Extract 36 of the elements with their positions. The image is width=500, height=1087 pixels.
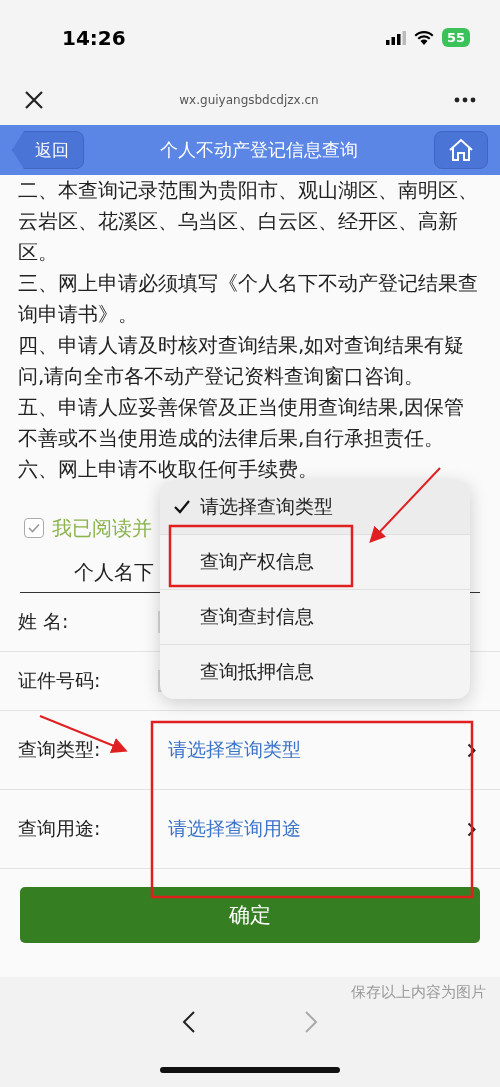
- chevron-right-icon: [467, 742, 476, 758]
- home-icon: [448, 138, 474, 162]
- select-field[interactable]: 请选择查询用途: [158, 790, 482, 868]
- chevron-right-icon: [304, 1010, 318, 1034]
- notice-paragraph: 三、网上申请必须填写《个人名下不动产登记结果查询申请书》。: [18, 270, 479, 328]
- page-url: wx.guiyangsbdcdjzx.cn: [179, 93, 319, 107]
- back-button[interactable]: 返回: [12, 131, 84, 169]
- signal-icon: [385, 30, 406, 45]
- notice-paragraph: 二、本查询记录范围为贵阳市、观山湖区、南明区、云岩区、花溪区、乌当区、白云区、经开区、高新区。: [18, 177, 479, 266]
- notice-paragraph: 四、申请人请及时核对查询结果,如对查询结果有疑问,请向全市各不动产登记资料查询窗口咨询。: [18, 332, 466, 390]
- form-label: 查询类型:: [18, 737, 102, 762]
- agree-checkbox[interactable]: [24, 518, 44, 538]
- close-icon[interactable]: [24, 90, 44, 110]
- notice-paragraph: 六、网上申请不收取任何手续费。: [18, 456, 319, 483]
- notice-paragraph: 五、申请人应妥善保管及正当使用查询结果,因保管不善或不当使用造成的法律后果,自行承担责任。: [18, 394, 466, 452]
- menu-option[interactable]: 查询查封信息: [160, 590, 470, 645]
- chevron-left-icon: [182, 1010, 196, 1034]
- form-label: 姓 名:: [18, 609, 70, 634]
- menu-option[interactable]: 查询抵押信息: [160, 645, 470, 699]
- menu-option[interactable]: 请选择查询类型: [160, 480, 470, 535]
- confirm-button[interactable]: 确定: [20, 887, 480, 943]
- more-icon[interactable]: [454, 97, 476, 103]
- check-icon: [28, 523, 40, 533]
- wifi-icon: [413, 30, 434, 45]
- home-button[interactable]: [434, 131, 488, 169]
- page-title: 个人不动产登记信息查询: [160, 138, 358, 162]
- form-label: 查询用途:: [18, 816, 102, 841]
- form-label: 证件号码:: [18, 668, 102, 693]
- checkmark-icon: [174, 500, 190, 514]
- battery-level: 55: [441, 28, 470, 47]
- select-field[interactable]: 请选择查询类型: [158, 711, 482, 789]
- status-time: 14:26: [62, 25, 126, 50]
- chevron-right-icon: [467, 821, 476, 837]
- menu-option[interactable]: 查询产权信息: [160, 535, 470, 590]
- agree-label: 我已阅读并: [52, 514, 152, 542]
- save-as-image-link[interactable]: 保存以上内容为图片: [351, 983, 486, 1002]
